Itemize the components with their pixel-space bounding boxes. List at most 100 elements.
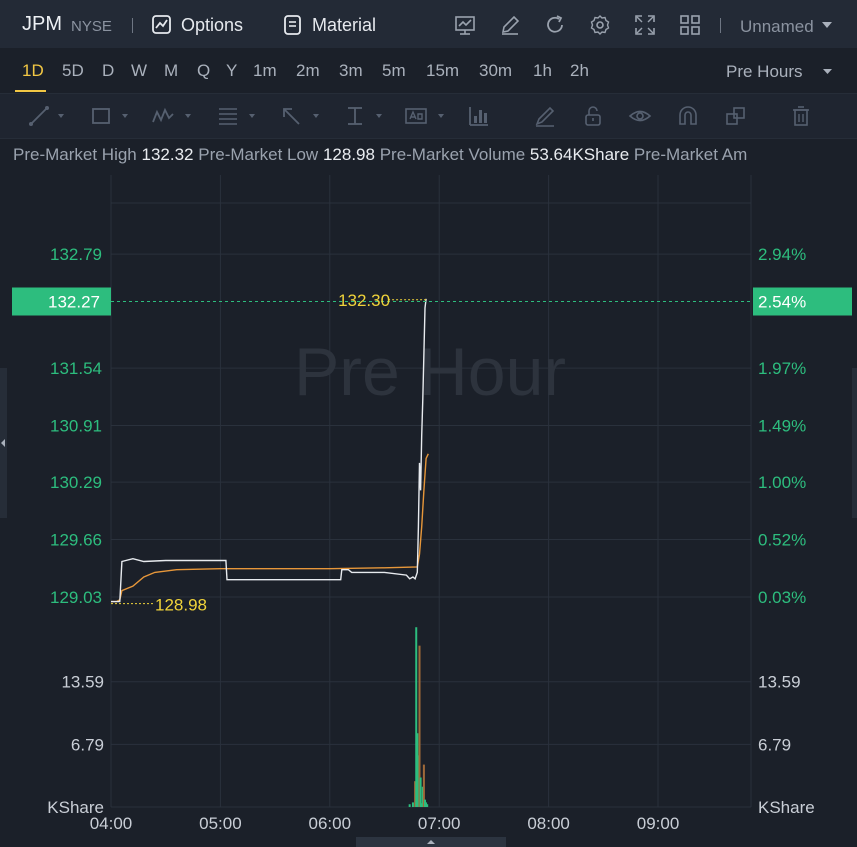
interval-1d[interactable]: 1D xyxy=(22,61,44,81)
stat-value: 53.64KShare xyxy=(529,145,630,164)
material-icon[interactable] xyxy=(282,14,304,36)
price-tick-label: 130.91 xyxy=(50,417,102,436)
volume-bar xyxy=(426,804,429,807)
trend-line-icon[interactable] xyxy=(27,104,51,128)
interval-y[interactable]: Y xyxy=(226,61,237,81)
options-button[interactable]: Options xyxy=(181,15,243,36)
chart-grid xyxy=(110,175,752,808)
fibonacci-icon[interactable] xyxy=(216,104,240,128)
edit-icon[interactable] xyxy=(499,14,521,36)
grid-layout-icon[interactable] xyxy=(679,14,701,36)
caret-icon[interactable] xyxy=(376,114,382,118)
pattern-icon[interactable] xyxy=(151,104,175,128)
caret-icon[interactable] xyxy=(122,114,128,118)
volume-tick-label: 13.59 xyxy=(758,673,801,692)
indicator-icon[interactable] xyxy=(467,104,491,128)
stat-label: Pre-Market Am xyxy=(633,145,748,164)
interval-1m[interactable]: 1m xyxy=(253,61,277,81)
text-icon[interactable] xyxy=(404,104,428,128)
price-tick-label: 130.29 xyxy=(50,473,102,492)
price-tick-label: 129.66 xyxy=(50,531,102,550)
interval-w[interactable]: W xyxy=(131,61,147,81)
interval-m[interactable]: M xyxy=(164,61,178,81)
caret-down-icon[interactable] xyxy=(822,68,833,75)
refresh-icon[interactable] xyxy=(544,14,566,36)
magnet-icon[interactable] xyxy=(676,104,700,128)
divider xyxy=(720,18,721,33)
current-price-label: 132.27 xyxy=(48,293,100,312)
interval-d[interactable]: D xyxy=(102,61,114,81)
interval-5m[interactable]: 5m xyxy=(382,61,406,81)
divider xyxy=(132,18,133,33)
price-tick-label: 132.79 xyxy=(50,245,102,264)
percent-tick-label: 1.00% xyxy=(758,473,806,492)
volume-unit-label: KShare xyxy=(758,798,815,817)
caret-down-icon[interactable] xyxy=(821,21,833,29)
symbol-label[interactable]: JPM xyxy=(22,13,62,36)
x-tick-label: 08:00 xyxy=(527,814,570,833)
caret-icon[interactable] xyxy=(438,114,444,118)
interval-15m[interactable]: 15m xyxy=(426,61,459,81)
percent-tick-label: 0.52% xyxy=(758,531,806,550)
interval-1h[interactable]: 1h xyxy=(533,61,552,81)
x-tick-label: 06:00 xyxy=(309,814,352,833)
chart-settings-icon[interactable] xyxy=(454,14,476,36)
price-chart[interactable]: Pre Hour 04:00 05:00 06:00 07:00 08:00 09:001… xyxy=(0,175,857,847)
volume-bar xyxy=(408,804,411,807)
current-pct-label: 2.54% xyxy=(758,293,806,312)
exchange-label: NYSE xyxy=(71,18,112,35)
caret-icon[interactable] xyxy=(249,114,255,118)
caret-icon[interactable] xyxy=(313,114,319,118)
top-toolbar: JPM NYSE Options Material Unnamed xyxy=(0,0,857,49)
options-icon[interactable] xyxy=(151,14,173,36)
layers-icon[interactable] xyxy=(724,104,748,128)
stat-value: 132.32 xyxy=(141,145,194,164)
interval-q[interactable]: Q xyxy=(197,61,210,81)
session-dropdown[interactable]: Pre Hours xyxy=(726,62,803,82)
x-tick-label: 07:00 xyxy=(418,814,461,833)
chart-watermark: Pre Hour xyxy=(294,334,566,410)
x-tick-label: 09:00 xyxy=(637,814,680,833)
caret-icon[interactable] xyxy=(185,114,191,118)
drawing-toolbar xyxy=(0,93,857,139)
volume-bar xyxy=(411,802,414,807)
eye-icon[interactable] xyxy=(628,104,652,128)
volume-bar xyxy=(419,777,422,807)
chevron-up-icon[interactable] xyxy=(426,839,436,845)
active-interval-indicator xyxy=(15,90,46,92)
gear-icon[interactable] xyxy=(589,14,611,36)
interval-bar: Pre Hours 1D 5D D W M Q Y 1m 2m 3m 5m 15m 30m 1h 2h xyxy=(0,48,857,93)
caret-icon[interactable] xyxy=(58,114,64,118)
price-tick-label: 131.54 xyxy=(50,359,102,378)
measure-icon[interactable] xyxy=(343,104,367,128)
price-tick-label: 129.03 xyxy=(50,588,102,607)
interval-3m[interactable]: 3m xyxy=(339,61,363,81)
low-price-label: 128.98 xyxy=(155,596,207,615)
percent-tick-label: 0.03% xyxy=(758,588,806,607)
layout-name-dropdown[interactable]: Unnamed xyxy=(740,17,814,37)
percent-tick-label: 2.94% xyxy=(758,245,806,264)
high-price-label: 132.30 xyxy=(338,291,390,310)
arrow-icon[interactable] xyxy=(279,104,303,128)
fullscreen-icon[interactable] xyxy=(634,14,656,36)
brush-icon[interactable] xyxy=(533,104,557,128)
percent-tick-label: 1.49% xyxy=(758,417,806,436)
interval-2h[interactable]: 2h xyxy=(570,61,589,81)
volume-tick-label: 6.79 xyxy=(71,735,104,754)
stat-value: 128.98 xyxy=(322,145,375,164)
interval-5d[interactable]: 5D xyxy=(62,61,84,81)
volume-unit-label: KShare xyxy=(47,798,104,817)
interval-2m[interactable]: 2m xyxy=(296,61,320,81)
stat-label: Pre-Market Low xyxy=(198,145,319,164)
pre-market-stats: Pre-Market High 132.32 Pre-Market Low 12… xyxy=(13,145,857,165)
volume-tick-label: 13.59 xyxy=(61,673,104,692)
trash-icon[interactable] xyxy=(789,104,813,128)
material-button[interactable]: Material xyxy=(312,15,376,36)
volume-tick-label: 6.79 xyxy=(758,735,791,754)
stat-label: Pre-Market High xyxy=(13,145,137,164)
volume-bars xyxy=(408,627,429,807)
lock-icon[interactable] xyxy=(581,104,605,128)
rectangle-icon[interactable] xyxy=(89,104,113,128)
interval-30m[interactable]: 30m xyxy=(479,61,512,81)
x-tick-label: 05:00 xyxy=(199,814,242,833)
